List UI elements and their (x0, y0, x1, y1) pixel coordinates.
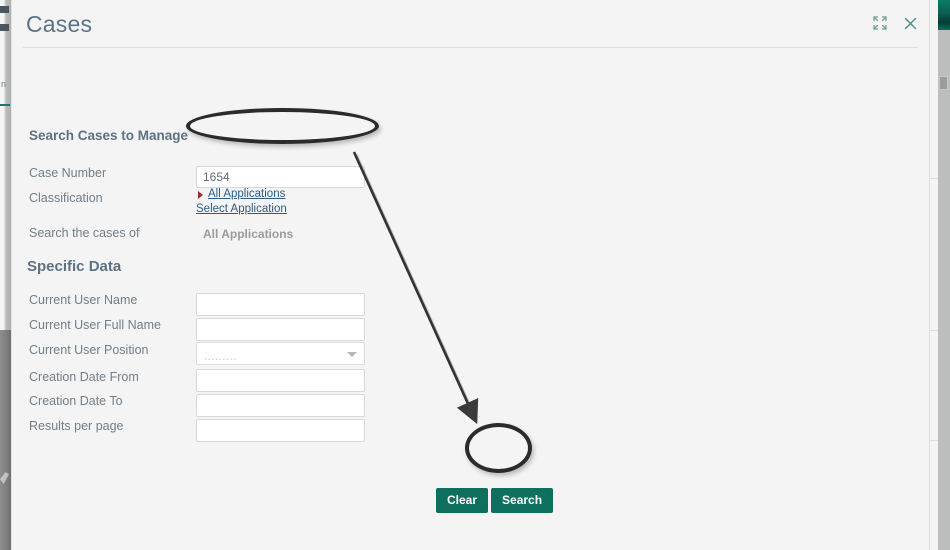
chevron-down-icon (347, 352, 357, 357)
header-divider (23, 47, 918, 48)
background-left-accent (0, 104, 10, 106)
search-button[interactable]: Search (491, 488, 554, 513)
page-scrollbar-track[interactable] (938, 30, 950, 550)
label-results-per-page: Results per page (29, 419, 124, 433)
background-right-divider (930, 330, 938, 331)
background-left-item (0, 24, 9, 31)
page-title: Cases (26, 11, 93, 37)
expand-icon[interactable] (871, 14, 889, 32)
label-case-number: Case Number (29, 166, 107, 180)
clear-button[interactable]: Clear (436, 488, 489, 513)
current-user-position-select[interactable]: ......... (196, 342, 365, 365)
creation-date-to-input[interactable] (196, 394, 365, 417)
link-all-applications[interactable]: All Applications (196, 188, 287, 201)
current-user-full-name-input[interactable] (196, 318, 365, 341)
case-number-input[interactable] (196, 166, 365, 188)
label-current-user-position: Current User Position (29, 343, 149, 357)
link-select-application[interactable]: Select Application (196, 203, 287, 216)
value-search-the-cases-of: All Applications (203, 227, 294, 241)
cases-modal-panel: Cases Search Cases to Manage Case Number… (11, 0, 930, 550)
page-scrollbar-thumb[interactable] (939, 76, 948, 90)
label-current-user-full-name: Current User Full Name (29, 318, 161, 332)
background-app-header-accent (938, 0, 950, 30)
background-left-item (0, 6, 9, 13)
screen: n Cases Search Cases to Manage Case Numb… (0, 0, 950, 550)
label-creation-date-to: Creation Date To (29, 394, 123, 408)
modal-header-actions (871, 14, 919, 32)
modal-header: Cases (12, 0, 929, 52)
background-left-dark-block (0, 330, 11, 550)
label-creation-date-from: Creation Date From (29, 370, 139, 384)
close-icon[interactable] (901, 14, 919, 32)
creation-date-from-input[interactable] (196, 369, 365, 392)
background-right-divider (930, 440, 938, 441)
label-search-the-cases-of: Search the cases of (29, 226, 140, 240)
current-user-position-placeholder: ......... (204, 351, 237, 363)
section-heading-specific-data: Specific Data (27, 258, 122, 275)
section-heading-search-cases: Search Cases to Manage (29, 128, 189, 143)
background-left-text: n (1, 79, 7, 89)
bullet-triangle-icon (198, 191, 203, 199)
label-current-user-name: Current User Name (29, 293, 138, 307)
current-user-name-input[interactable] (196, 293, 365, 316)
background-left-sliver: n (0, 0, 11, 550)
results-per-page-input[interactable] (196, 419, 365, 442)
form-actions: Clear Search (436, 488, 554, 513)
label-classification: Classification (29, 191, 103, 205)
background-right-divider (930, 178, 938, 179)
classification-links: All Applications Select Application (196, 188, 287, 216)
